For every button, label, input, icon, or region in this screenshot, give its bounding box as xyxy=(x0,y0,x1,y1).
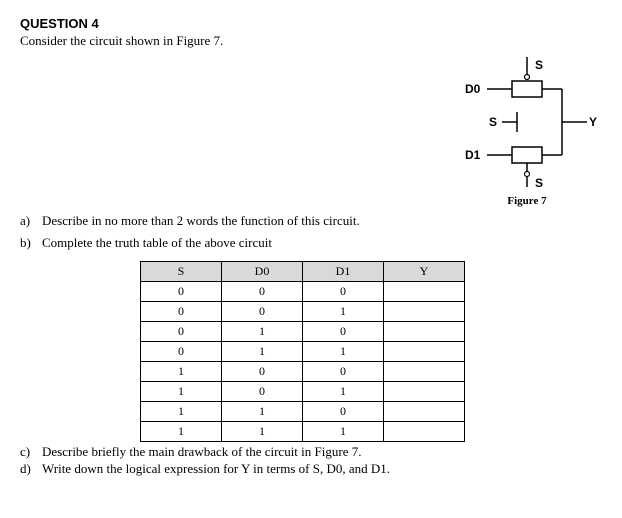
col-d0: D0 xyxy=(222,262,303,282)
truth-table-wrap: S D0 D1 Y 0 0 0 0 0 1 0 1 0 xyxy=(140,261,602,442)
text-b: Complete the truth table of the above ci… xyxy=(42,235,272,251)
table-row: 1 1 0 xyxy=(141,402,465,422)
question-list-bottom: c) Describe briefly the main drawback of… xyxy=(20,444,602,477)
label-y: Y xyxy=(589,115,597,129)
label-d1: D1 xyxy=(465,148,481,162)
question-prompt: Consider the circuit shown in Figure 7. xyxy=(20,33,602,49)
question-b: b) Complete the truth table of the above… xyxy=(20,235,602,251)
figure-column: D0 D1 S S S Y Figure 7 xyxy=(452,57,602,207)
table-body: 0 0 0 0 0 1 0 1 0 0 1 1 xyxy=(141,282,465,442)
label-s-bottom: S xyxy=(535,176,543,187)
marker-c: c) xyxy=(20,444,36,460)
truth-table: S D0 D1 Y 0 0 0 0 0 1 0 1 0 xyxy=(140,261,465,442)
question-c: c) Describe briefly the main drawback of… xyxy=(20,444,602,460)
col-s: S xyxy=(141,262,222,282)
table-row: 1 0 0 xyxy=(141,362,465,382)
marker-d: d) xyxy=(20,461,36,477)
question-heading: QUESTION 4 xyxy=(20,16,602,31)
table-row: 1 0 1 xyxy=(141,382,465,402)
text-d: Write down the logical expression for Y … xyxy=(42,461,390,477)
figure-caption: Figure 7 xyxy=(507,195,546,207)
table-row: 1 1 1 xyxy=(141,422,465,442)
table-row: 0 0 1 xyxy=(141,302,465,322)
question-a: a) Describe in no more than 2 words the … xyxy=(20,213,602,229)
col-d1: D1 xyxy=(303,262,384,282)
table-header-row: S D0 D1 Y xyxy=(141,262,465,282)
table-row: 0 1 1 xyxy=(141,342,465,362)
marker-b: b) xyxy=(20,235,36,251)
text-a: Describe in no more than 2 words the fun… xyxy=(42,213,360,229)
marker-a: a) xyxy=(20,213,36,229)
circuit-diagram: D0 D1 S S S Y xyxy=(457,57,597,187)
table-row: 0 0 0 xyxy=(141,282,465,302)
question-d: d) Write down the logical expression for… xyxy=(20,461,602,477)
label-s-top: S xyxy=(535,58,543,72)
label-d0: D0 xyxy=(465,82,481,96)
question-list-top: a) Describe in no more than 2 words the … xyxy=(20,213,602,251)
table-row: 0 1 0 xyxy=(141,322,465,342)
text-c: Describe briefly the main drawback of th… xyxy=(42,444,361,460)
figure-container: D0 D1 S S S Y Figure 7 xyxy=(20,57,602,207)
col-y: Y xyxy=(384,262,465,282)
label-s-left: S xyxy=(489,115,497,129)
